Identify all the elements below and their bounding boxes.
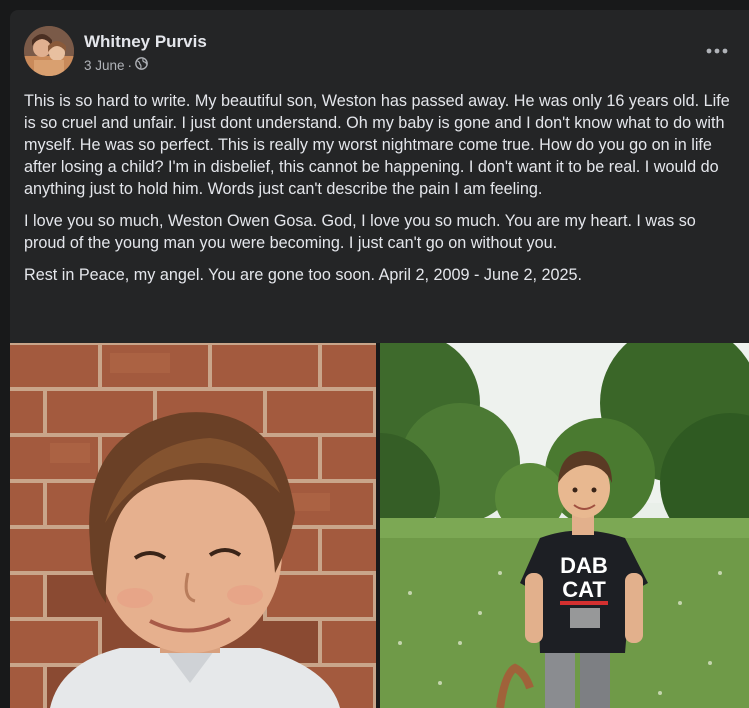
more-options-button[interactable] (699, 36, 735, 64)
shirt-text-line2: CAT (562, 577, 606, 602)
globe-icon (135, 57, 148, 73)
post-header: Whitney Purvis 3 June · (24, 26, 749, 78)
shirt-text-line1: DAB (560, 553, 608, 578)
post-card: Whitney Purvis 3 June · This is so hard … (10, 10, 749, 708)
avatar[interactable] (24, 26, 74, 76)
photo-park-boy[interactable]: DAB CAT (380, 343, 749, 708)
post-body: This is so hard to write. My beautiful s… (24, 90, 736, 296)
more-horizontal-icon (706, 41, 728, 59)
meta-separator: · (127, 57, 133, 73)
post-meta: 3 June · (84, 57, 148, 73)
post-date[interactable]: 3 June (84, 58, 125, 73)
photo-grid: DAB CAT (10, 343, 749, 708)
post-paragraph-2: I love you so much, Weston Owen Gosa. Go… (24, 212, 696, 252)
photo-brick-wall-portrait[interactable] (10, 343, 376, 708)
author-name[interactable]: Whitney Purvis (84, 32, 207, 52)
post-paragraph-1: This is so hard to write. My beautiful s… (24, 92, 730, 198)
post-paragraph-3: Rest in Peace, my angel. You are gone to… (24, 266, 582, 284)
